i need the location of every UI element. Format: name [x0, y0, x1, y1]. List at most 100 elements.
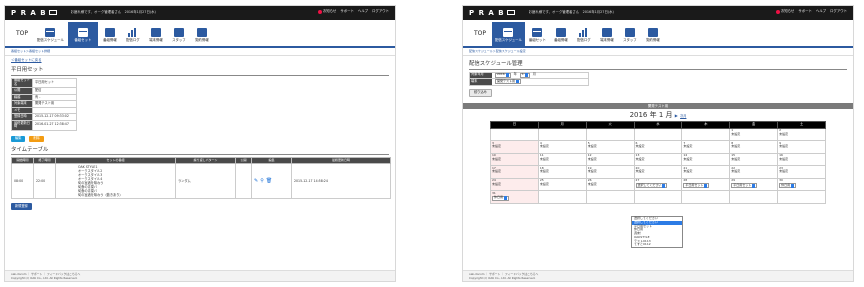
- logout-link[interactable]: ログアウト: [372, 9, 389, 14]
- logo[interactable]: P R A B: [11, 9, 57, 17]
- calendar-day[interactable]: 15 未設定: [729, 152, 779, 167]
- calendar-day[interactable]: 16 未設定: [777, 152, 826, 167]
- new-button[interactable]: 新規登録: [11, 203, 32, 211]
- day-set-select[interactable]: 休日用: [492, 195, 510, 201]
- day-set-select[interactable]: 平日用セット: [683, 183, 710, 189]
- calendar-day[interactable]: 28 平日用セット: [681, 177, 731, 192]
- calendar-day[interactable]: 20 未設定: [633, 165, 683, 179]
- device-select[interactable]: 開発テスト用: [495, 79, 522, 85]
- calendar-day[interactable]: 19 未設定: [585, 165, 635, 179]
- calendar-day[interactable]: 8 未設定: [729, 140, 779, 154]
- support-link[interactable]: サポート: [798, 9, 812, 14]
- nav-staff[interactable]: スタッフ: [168, 22, 190, 46]
- calendar-day[interactable]: 4 未設定: [537, 140, 587, 154]
- nav-program-info[interactable]: 番組情報: [99, 22, 121, 46]
- nav-log[interactable]: 配信ログ: [122, 22, 144, 46]
- nav-top[interactable]: TOP: [469, 22, 491, 46]
- calendar-day[interactable]: 23 未設定: [777, 165, 826, 179]
- back-link[interactable]: ＜番組セットに戻る: [11, 59, 389, 63]
- logout-link[interactable]: ログアウト: [830, 9, 847, 14]
- nav-device[interactable]: 端末情報: [596, 22, 618, 46]
- bar-chart-icon: [127, 28, 138, 38]
- calendar-day[interactable]: 1 未設定: [729, 127, 779, 142]
- next-arrow-icon[interactable]: ▶: [675, 113, 678, 119]
- nav-schedule[interactable]: 配信スケジュール: [492, 22, 525, 46]
- help-link[interactable]: ヘルプ: [358, 9, 368, 14]
- calendar-day[interactable]: 11 未設定: [537, 152, 587, 167]
- info-value: 2015-12-17 09:33:02: [32, 113, 77, 122]
- copyright: Copyright (c) OAK Co., Ltd. All Rights R…: [11, 276, 78, 281]
- notice-link[interactable]: お知らせ: [775, 9, 794, 14]
- day-set-select[interactable]: 休日用: [779, 183, 797, 189]
- chevron-down-icon: [505, 73, 509, 77]
- info-label: 番組セット名: [11, 77, 33, 89]
- calendar-day[interactable]: 5 未設定: [585, 140, 635, 154]
- info-label: 登録日時: [11, 113, 33, 122]
- calendar-day[interactable]: 26 未設定: [585, 177, 635, 192]
- calendar-day[interactable]: 21 未設定: [681, 165, 731, 179]
- day-set-select[interactable]: 平日用セット: [731, 183, 758, 189]
- calendar-day[interactable]: 30 休日用: [777, 177, 826, 192]
- delete-button[interactable]: 削除: [29, 135, 44, 143]
- day-set-select[interactable]: 選択してください: [635, 183, 668, 189]
- nav-staff[interactable]: スタッフ: [619, 22, 641, 46]
- calendar-day[interactable]: 22 未設定: [729, 165, 779, 179]
- nav-device[interactable]: 端末情報: [145, 22, 167, 46]
- calendar-day[interactable]: 12 未設定: [585, 152, 635, 167]
- year-unit: 年: [513, 72, 517, 77]
- calendar-day[interactable]: 24 未設定: [490, 177, 539, 192]
- notice-link[interactable]: お知らせ: [317, 9, 336, 14]
- device-row: 端末 開発テスト用: [469, 78, 589, 86]
- calendar-day[interactable]: 25 未設定: [537, 177, 587, 192]
- calendar-empty: [681, 190, 731, 204]
- calendar-day[interactable]: 27 選択してください: [633, 177, 683, 192]
- nav-schedule[interactable]: 配信スケジュール: [34, 22, 67, 46]
- edit-button[interactable]: 編集: [11, 135, 26, 143]
- calendar-day[interactable]: 2 未設定: [777, 127, 826, 142]
- calendar-day[interactable]: 14 未設定: [681, 152, 731, 167]
- nav-contract[interactable]: 契約情報: [191, 22, 213, 46]
- nav-contract[interactable]: 契約情報: [642, 22, 664, 46]
- breadcrumb[interactable]: 配信スケジュール＞配信スケジュール設定: [463, 48, 853, 57]
- calendar-week: 24 未設定 25 未設定 26 未設定 27 選択してください 28 平日用セット 29 平日用セッ…: [490, 177, 826, 192]
- nav-program-set[interactable]: 番組セット: [67, 22, 98, 46]
- nav-program-set[interactable]: 番組セット: [526, 22, 549, 46]
- info-value: 開発テスト用: [32, 100, 77, 108]
- nav-log[interactable]: 配信ログ: [573, 22, 595, 46]
- month-row: 対象年月 2016 年 1 月: [469, 71, 589, 79]
- dropdown-option[interactable]: てすと0112: [632, 242, 682, 247]
- search-icon[interactable]: ⚲: [260, 178, 264, 185]
- calendar-day[interactable]: 6 未設定: [633, 140, 683, 154]
- device-icon: [150, 28, 161, 38]
- year-select[interactable]: 2016: [495, 72, 511, 78]
- calendar-day[interactable]: 29 平日用セット: [729, 177, 779, 192]
- set-title: 平日用セット: [11, 66, 389, 76]
- notice-icon: [775, 10, 780, 14]
- next-month-link[interactable]: 次月: [680, 114, 686, 118]
- trash-icon[interactable]: 🗑: [266, 178, 272, 185]
- calendar-empty: [537, 127, 587, 142]
- pencil-icon[interactable]: ✎: [254, 178, 258, 185]
- calendar-day[interactable]: 3 未設定: [490, 140, 539, 154]
- logo[interactable]: P R A B: [469, 9, 515, 17]
- calendar-day[interactable]: 18 未設定: [537, 165, 587, 179]
- device-band: 開発テスト用: [463, 103, 853, 110]
- calendar-day[interactable]: 17 未設定: [490, 165, 539, 179]
- help-link[interactable]: ヘルプ: [816, 9, 826, 14]
- chevron-down-icon: [504, 196, 508, 201]
- support-link[interactable]: サポート: [340, 9, 354, 14]
- info-label: 対象端末: [11, 100, 33, 108]
- calendar-day[interactable]: 10 未設定: [490, 152, 539, 167]
- calendar-empty: [777, 190, 826, 204]
- breadcrumb[interactable]: 番組セット＞番組セット詳細: [5, 48, 395, 57]
- filter-button[interactable]: 絞り込み: [469, 88, 492, 98]
- nav-program-info[interactable]: 番組情報: [550, 22, 572, 46]
- set-dropdown-list[interactable]: 選択してください 選択してください 平日用セット 休日用 週末！ OAKSTYLE テスト0…: [631, 216, 683, 248]
- calendar-day[interactable]: 7 未設定: [681, 140, 731, 154]
- calendar-day[interactable]: 9 未設定: [777, 140, 826, 154]
- nav-top[interactable]: TOP: [11, 22, 33, 46]
- calendar-day[interactable]: 31 休日用: [490, 190, 539, 204]
- month-select[interactable]: 1: [519, 72, 530, 78]
- calendar-day[interactable]: 13 未設定: [633, 152, 683, 167]
- info-value: 2016-01-27 12:38:47: [32, 120, 77, 131]
